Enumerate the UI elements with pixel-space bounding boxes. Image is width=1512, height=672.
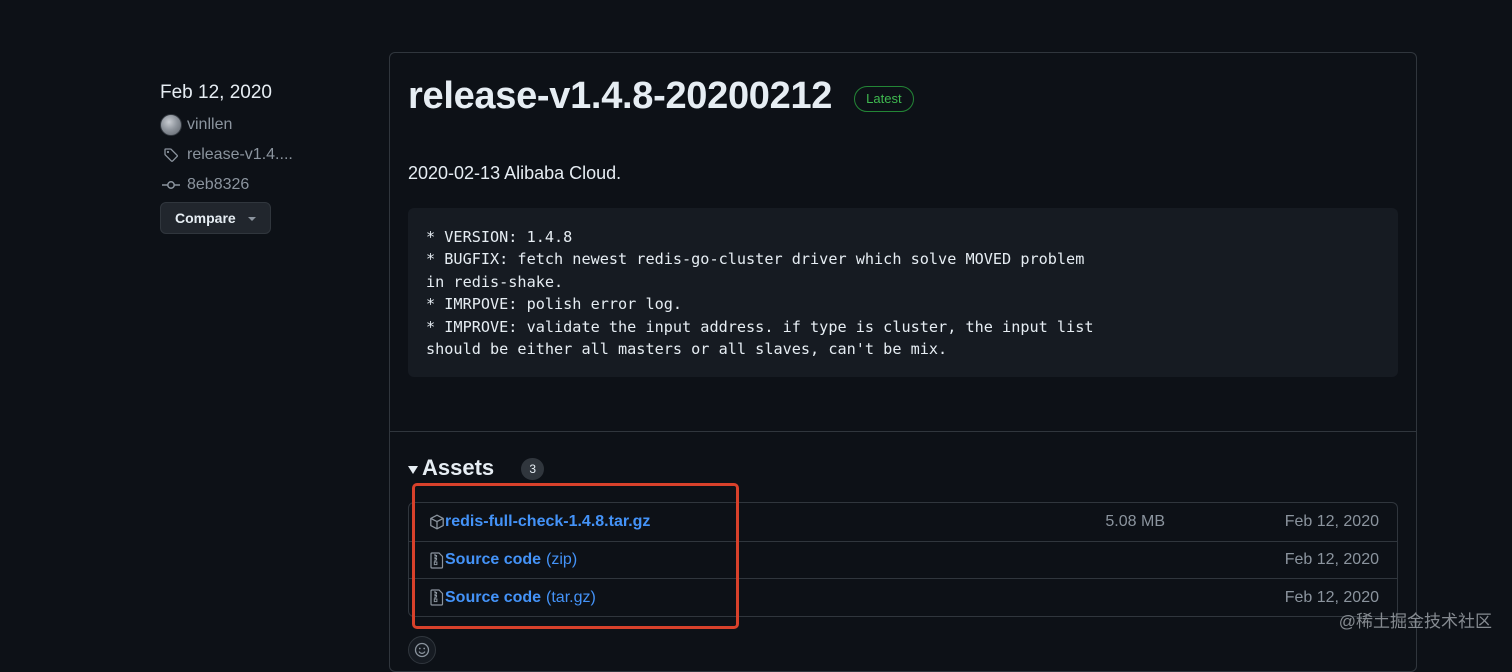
commit-link[interactable]: 8eb8326 — [160, 172, 360, 198]
smiley-icon — [414, 642, 430, 658]
package-icon — [428, 513, 445, 530]
asset-row[interactable]: Source code (zip) Feb 12, 2020 — [409, 541, 1397, 579]
release-card: release-v1.4.8-20200212 Latest 2020-02-1… — [389, 52, 1417, 672]
asset-size: 5.08 MB — [1105, 513, 1165, 531]
commit-sha[interactable]: 8eb8326 — [187, 176, 249, 194]
asset-link[interactable]: Source code — [445, 551, 541, 569]
asset-link-suffix[interactable]: (tar.gz) — [546, 589, 596, 607]
watermark-text: @稀土掘金技术社区 — [1339, 607, 1492, 632]
asset-link-suffix[interactable]: (zip) — [546, 551, 577, 569]
git-commit-icon — [160, 174, 182, 196]
assets-title: Assets — [422, 455, 494, 481]
release-date: Feb 12, 2020 — [160, 78, 360, 108]
section-divider — [390, 431, 1416, 432]
latest-badge: Latest — [854, 86, 913, 112]
asset-link[interactable]: redis-full-check-1.4.8.tar.gz — [445, 513, 650, 531]
avatar — [160, 114, 182, 136]
tag-link[interactable]: release-v1.4.... — [160, 142, 360, 168]
assets-count-badge: 3 — [521, 458, 544, 480]
chevron-down-icon — [248, 217, 256, 221]
asset-date: Feb 12, 2020 — [1285, 589, 1379, 607]
release-title[interactable]: release-v1.4.8-20200212 — [408, 75, 832, 118]
compare-label: Compare — [175, 210, 236, 226]
triangle-down-icon — [408, 466, 418, 474]
compare-button[interactable]: Compare — [160, 202, 271, 234]
add-reaction-button[interactable] — [408, 636, 436, 664]
asset-date: Feb 12, 2020 — [1285, 513, 1379, 531]
assets-toggle[interactable]: Assets 3 — [408, 455, 544, 481]
asset-row[interactable]: Source code (tar.gz) Feb 12, 2020 — [409, 578, 1397, 616]
release-description: 2020-02-13 Alibaba Cloud. — [408, 163, 621, 184]
assets-list: redis-full-check-1.4.8.tar.gz 5.08 MB Fe… — [408, 502, 1398, 617]
asset-link[interactable]: Source code — [445, 589, 541, 607]
release-header: release-v1.4.8-20200212 Latest — [408, 75, 914, 118]
file-zip-icon — [428, 552, 445, 569]
tag-icon — [160, 144, 182, 166]
author-name[interactable]: vinllen — [187, 116, 232, 134]
file-zip-icon — [428, 589, 445, 606]
release-notes-code-block: * VERSION: 1.4.8 * BUGFIX: fetch newest … — [408, 208, 1398, 377]
release-sidebar: Feb 12, 2020 vinllen release-v1.4.... 8e… — [160, 78, 360, 234]
author-link[interactable]: vinllen — [160, 112, 360, 138]
asset-date: Feb 12, 2020 — [1285, 551, 1379, 569]
tag-name[interactable]: release-v1.4.... — [187, 146, 293, 164]
asset-row[interactable]: redis-full-check-1.4.8.tar.gz 5.08 MB Fe… — [409, 503, 1397, 541]
